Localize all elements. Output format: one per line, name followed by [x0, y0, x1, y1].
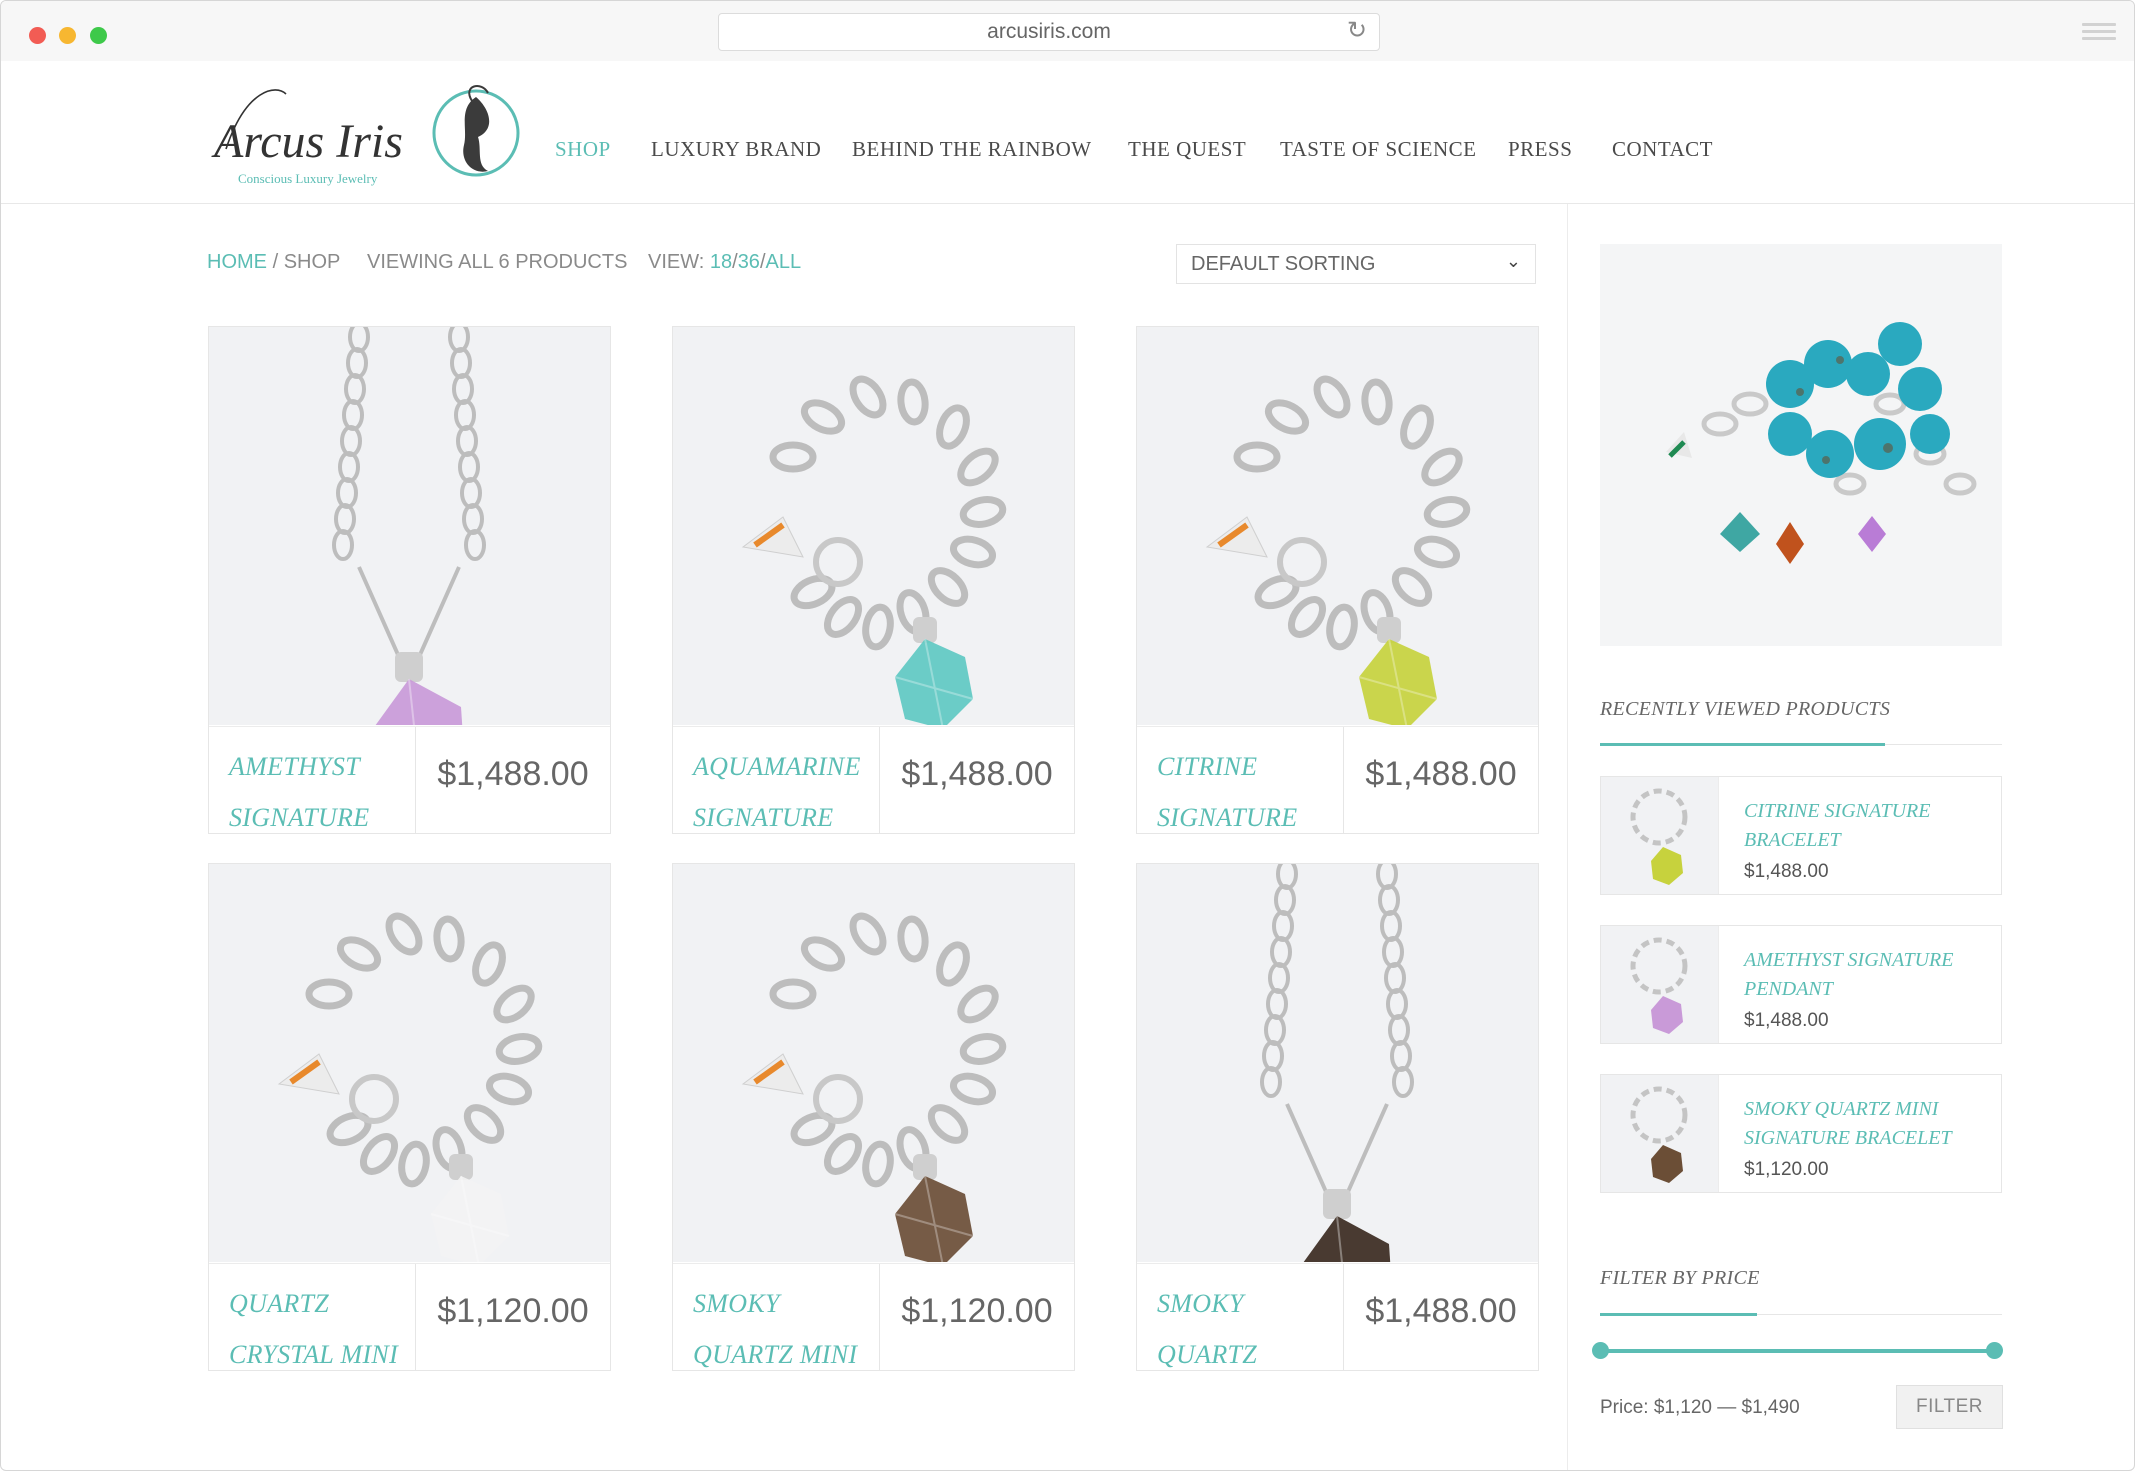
product-card[interactable]: AMETHYST SIGNATURE $1,488.00 [208, 326, 611, 834]
nav-luxury-brand[interactable]: LUXURY BRAND [651, 137, 821, 162]
product-image[interactable] [209, 327, 610, 725]
recently-viewed-price: $1,488.00 [1744, 861, 1829, 882]
product-image[interactable] [673, 327, 1074, 725]
product-price: $1,120.00 [901, 1292, 1053, 1330]
product-info: SMOKY QUARTZ MINI $1,120.00 [673, 1263, 1074, 1371]
view-36-link[interactable]: 36 [738, 251, 760, 273]
product-card[interactable]: QUARTZ CRYSTAL MINI $1,120.00 [208, 863, 611, 1371]
view-per-page: VIEW: 18/36/ALL [648, 251, 801, 274]
recently-viewed-item[interactable]: CITRINE SIGNATURE BRACELET $1,488.00 [1600, 776, 2002, 895]
recently-viewed-item[interactable]: SMOKY QUARTZ MINI SIGNATURE BRACELET $1,… [1600, 1074, 2002, 1193]
recently-viewed-item[interactable]: AMETHYST SIGNATURE PENDANT $1,488.00 [1600, 925, 2002, 1044]
product-image[interactable] [1137, 864, 1538, 1262]
recently-viewed-thumbnail[interactable] [1601, 1075, 1719, 1192]
product-name[interactable]: AQUAMARINE SIGNATURE [693, 741, 863, 843]
breadcrumb: HOME / SHOP [207, 251, 340, 274]
product-name[interactable]: SMOKY QUARTZ [1157, 1278, 1327, 1380]
product-name[interactable]: SMOKY QUARTZ MINI [693, 1278, 863, 1380]
svg-text:Conscious Luxury Jewelry: Conscious Luxury Jewelry [238, 171, 378, 186]
recently-viewed-price: $1,120.00 [1744, 1159, 1829, 1180]
product-price: $1,120.00 [437, 1292, 589, 1330]
product-price: $1,488.00 [1365, 1292, 1517, 1330]
url-text: arcusiris.com [987, 20, 1111, 43]
product-price: $1,488.00 [1365, 755, 1517, 793]
sidebar-divider [1567, 204, 1568, 1470]
product-name[interactable]: QUARTZ CRYSTAL MINI [229, 1278, 399, 1380]
price-min-handle[interactable] [1592, 1342, 1609, 1359]
filter-button[interactable]: FILTER [1896, 1385, 2003, 1429]
view-18-link[interactable]: 18 [710, 251, 732, 273]
arcus-iris-logo[interactable]: Arcus Iris Conscious Luxury Jewelry [206, 79, 526, 199]
product-image[interactable] [673, 864, 1074, 1262]
maximize-window-button[interactable] [90, 27, 107, 44]
product-info: SMOKY QUARTZ $1,488.00 [1137, 1263, 1538, 1371]
recently-viewed-thumbnail[interactable] [1601, 777, 1719, 894]
chevron-down-icon: ⌄ [1505, 251, 1521, 271]
view-all-link[interactable]: ALL [766, 251, 802, 273]
nav-contact[interactable]: CONTACT [1612, 137, 1713, 162]
address-bar[interactable]: arcusiris.com ↻ [718, 13, 1380, 51]
price-range-label: Price: $1,120 — $1,490 [1600, 1397, 1800, 1418]
product-image[interactable] [1137, 327, 1538, 725]
product-name[interactable]: CITRINE SIGNATURE [1157, 741, 1327, 843]
product-count: VIEWING ALL 6 PRODUCTS [367, 251, 628, 273]
featured-image[interactable] [1600, 244, 2002, 646]
product-card[interactable]: AQUAMARINE SIGNATURE $1,488.00 [672, 326, 1075, 834]
nav-shop[interactable]: SHOP [555, 137, 611, 162]
breadcrumb-separator: / [272, 251, 279, 273]
svg-text:Arcus Iris: Arcus Iris [211, 115, 403, 168]
product-info: CITRINE SIGNATURE $1,488.00 [1137, 726, 1538, 834]
nav-the-quest[interactable]: THE QUEST [1128, 137, 1246, 162]
view-label: VIEW: [648, 251, 705, 273]
product-info: QUARTZ CRYSTAL MINI $1,120.00 [209, 1263, 610, 1371]
price-range-slider[interactable] [1592, 1342, 2003, 1359]
nav-taste-of-science[interactable]: TASTE OF SCIENCE [1280, 137, 1477, 162]
product-card[interactable]: SMOKY QUARTZ $1,488.00 [1136, 863, 1539, 1371]
product-price: $1,488.00 [437, 755, 589, 793]
breadcrumb-current: SHOP [283, 251, 341, 273]
product-card[interactable]: SMOKY QUARTZ MINI $1,120.00 [672, 863, 1075, 1371]
product-info: AMETHYST SIGNATURE $1,488.00 [209, 726, 610, 834]
breadcrumb-home-link[interactable]: HOME [207, 251, 267, 273]
site-header: Arcus Iris Conscious Luxury Jewelry SHOP… [1, 61, 2134, 204]
recently-viewed-name[interactable]: AMETHYST SIGNATURE PENDANT [1744, 946, 1984, 1004]
nav-behind-the-rainbow[interactable]: BEHIND THE RAINBOW [852, 137, 1092, 162]
recently-viewed-name[interactable]: CITRINE SIGNATURE BRACELET [1744, 797, 1984, 855]
filter-by-price-title: FILTER BY PRICE [1600, 1267, 1760, 1289]
recently-viewed-price: $1,488.00 [1744, 1010, 1829, 1031]
product-card[interactable]: CITRINE SIGNATURE $1,488.00 [1136, 326, 1539, 834]
product-price: $1,488.00 [901, 755, 1053, 793]
browser-window: arcusiris.com ↻ Arcus Iris Conscious Lux… [0, 0, 2135, 1471]
reload-icon[interactable]: ↻ [1347, 19, 1367, 43]
filter-underline [1600, 1313, 2002, 1316]
minimize-window-button[interactable] [59, 27, 76, 44]
browser-toolbar: arcusiris.com ↻ [1, 1, 2134, 62]
recently-viewed-title: RECENTLY VIEWED PRODUCTS [1600, 698, 1891, 720]
recently-viewed-name[interactable]: SMOKY QUARTZ MINI SIGNATURE BRACELET [1744, 1095, 1984, 1153]
close-window-button[interactable] [29, 27, 46, 44]
price-max-handle[interactable] [1986, 1342, 2003, 1359]
nav-press[interactable]: PRESS [1508, 137, 1572, 162]
recently-viewed-underline [1600, 743, 2002, 746]
product-name[interactable]: AMETHYST SIGNATURE [229, 741, 399, 843]
product-info: AQUAMARINE SIGNATURE $1,488.00 [673, 726, 1074, 834]
sort-selected-value: DEFAULT SORTING [1191, 253, 1376, 275]
menu-icon[interactable] [2082, 23, 2116, 44]
sort-select[interactable]: DEFAULT SORTING ⌄ [1176, 244, 1536, 284]
product-image[interactable] [209, 864, 610, 1262]
recently-viewed-thumbnail[interactable] [1601, 926, 1719, 1043]
